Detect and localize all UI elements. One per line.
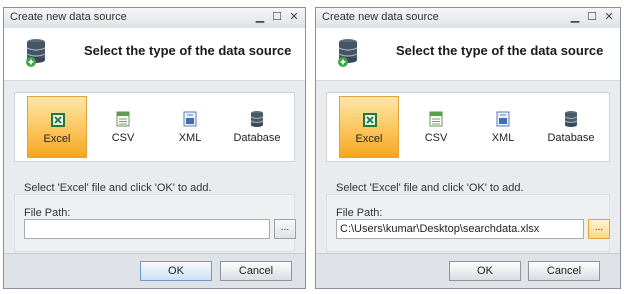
dialog-footer: OK Cancel <box>4 253 305 288</box>
type-label: CSV <box>111 132 135 144</box>
excel-icon <box>51 113 65 127</box>
close-icon[interactable]: ✕ <box>287 10 301 24</box>
type-label: Database <box>547 132 595 144</box>
minimize-icon[interactable]: ▁ <box>568 10 582 24</box>
file-path-label: File Path: <box>336 207 383 219</box>
dialog-create-data-source-empty: Create new data source ▁ ☐ ✕ Select the … <box>3 7 306 289</box>
file-path-label: File Path: <box>24 207 71 219</box>
file-path-group: File Path: ... <box>14 194 296 252</box>
window-title: Create new data source <box>322 11 439 23</box>
instruction-text: Select 'Excel' file and click 'OK' to ad… <box>336 182 524 194</box>
file-path-group: File Path: C:\Users\kumar\Desktop\search… <box>326 194 610 252</box>
dialog-footer: OK Cancel <box>316 253 620 288</box>
file-path-input[interactable]: C:\Users\kumar\Desktop\searchdata.xlsx <box>336 219 584 239</box>
browse-button[interactable]: ... <box>274 219 296 239</box>
xml-icon <box>496 111 510 127</box>
type-database[interactable]: Database <box>227 96 287 158</box>
ok-button[interactable]: OK <box>140 261 212 281</box>
database-icon <box>562 110 580 128</box>
cancel-button[interactable]: Cancel <box>528 261 600 281</box>
file-path-input[interactable] <box>24 219 270 239</box>
type-label: Excel <box>43 133 71 145</box>
cancel-button[interactable]: Cancel <box>220 261 292 281</box>
database-icon <box>248 110 266 128</box>
type-label: CSV <box>424 132 448 144</box>
type-excel[interactable]: Excel <box>339 96 399 158</box>
type-excel[interactable]: Excel <box>27 96 87 158</box>
close-icon[interactable]: ✕ <box>602 10 616 24</box>
type-label: XML <box>491 132 515 144</box>
type-csv[interactable]: CSV <box>406 96 466 158</box>
xml-icon <box>183 111 197 127</box>
minimize-icon[interactable]: ▁ <box>253 10 267 24</box>
ok-button[interactable]: OK <box>449 261 521 281</box>
maximize-icon[interactable]: ☐ <box>270 10 284 24</box>
instruction-text: Select 'Excel' file and click 'OK' to ad… <box>24 182 212 194</box>
type-label: XML <box>178 132 202 144</box>
type-database[interactable]: Database <box>541 96 601 158</box>
data-source-type-list: Excel CSV XML Database <box>326 92 610 162</box>
maximize-icon[interactable]: ☐ <box>585 10 599 24</box>
type-csv[interactable]: CSV <box>93 96 153 158</box>
add-database-icon <box>338 39 358 67</box>
csv-icon <box>116 111 130 127</box>
dialog-header: Select the type of the data source <box>316 28 620 81</box>
window-title: Create new data source <box>10 11 127 23</box>
type-xml[interactable]: XML <box>160 96 220 158</box>
type-label: Excel <box>355 133 383 145</box>
dialog-create-data-source-filled: Create new data source ▁ ☐ ✕ Select the … <box>315 7 621 289</box>
title-bar[interactable]: Create new data source ▁ ☐ ✕ <box>316 8 620 29</box>
header-title: Select the type of the data source <box>396 43 604 58</box>
dialog-header: Select the type of the data source <box>4 28 305 81</box>
add-database-icon <box>26 39 46 67</box>
type-xml[interactable]: XML <box>473 96 533 158</box>
header-title: Select the type of the data source <box>84 43 292 58</box>
title-bar[interactable]: Create new data source ▁ ☐ ✕ <box>4 8 305 29</box>
excel-icon <box>363 113 377 127</box>
data-source-type-list: Excel CSV XML Database <box>14 92 295 162</box>
type-label: Database <box>233 132 281 144</box>
browse-button[interactable]: ... <box>588 219 610 239</box>
csv-icon <box>429 111 443 127</box>
